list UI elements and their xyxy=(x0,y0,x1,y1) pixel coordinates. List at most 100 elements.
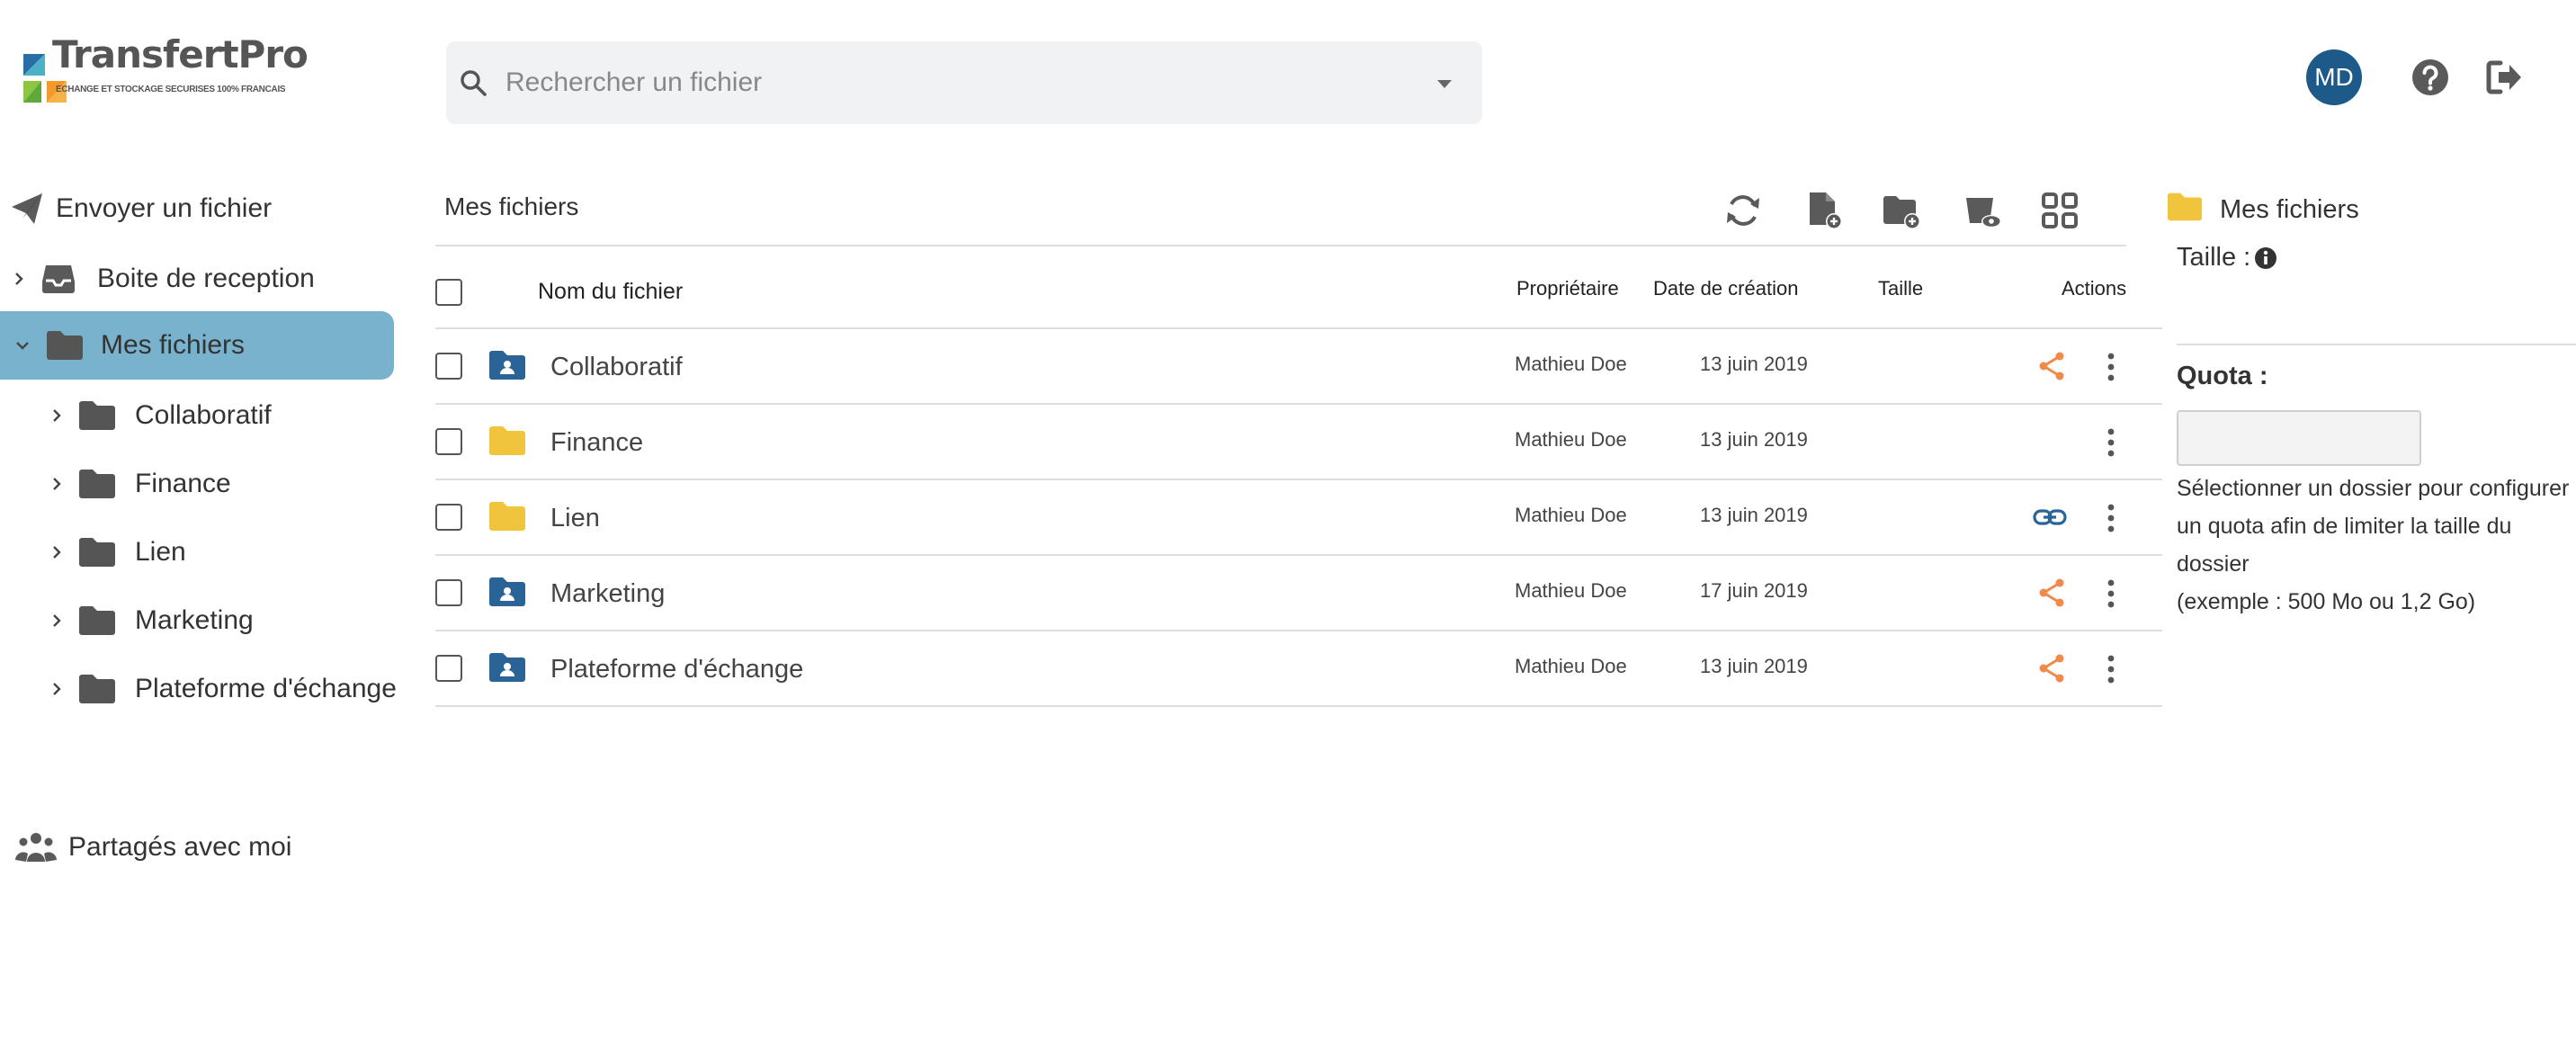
link-icon[interactable] xyxy=(2033,500,2067,534)
inbox-icon xyxy=(42,265,75,293)
panel-title: Mes fichiers xyxy=(2220,195,2359,224)
row-owner: Mathieu Doe xyxy=(1515,428,1627,451)
folder-icon xyxy=(79,470,115,498)
column-header-name[interactable]: Nom du fichier xyxy=(538,279,683,305)
logo-tagline: ECHANGE ET STOCKAGE SECURISES 100% FRANC… xyxy=(56,85,286,94)
info-icon[interactable] xyxy=(2254,246,2277,270)
sidebar-item-label: Lien xyxy=(135,537,186,567)
logo-title: TransfertPro xyxy=(52,32,309,76)
users-icon xyxy=(15,833,57,862)
quota-help-text: Sélectionner un dossier pour configurer … xyxy=(2177,470,2576,621)
quota-example: (exemple : 500 Mo ou 1,2 Go) xyxy=(2177,589,2476,614)
sidebar-item-inbox[interactable]: Boite de reception xyxy=(0,245,394,313)
sidebar-item-collaboratif[interactable]: Collaboratif xyxy=(47,381,272,450)
shared-folder-icon xyxy=(489,577,525,606)
row-checkbox[interactable] xyxy=(435,428,462,455)
share-icon[interactable] xyxy=(2035,576,2069,610)
folder-icon xyxy=(79,606,115,635)
row-name[interactable]: Plateforme d'échange xyxy=(550,655,803,685)
row-divider xyxy=(435,479,2162,480)
breadcrumb[interactable]: Mes fichiers xyxy=(444,192,578,221)
shared-folder-icon xyxy=(489,653,525,682)
sidebar-item-finance[interactable]: Finance xyxy=(47,450,231,518)
chevron-right-icon[interactable] xyxy=(49,476,65,492)
sidebar-item-my-files[interactable]: Mes fichiers xyxy=(0,311,394,380)
toolbar-divider xyxy=(435,245,2126,246)
chevron-right-icon[interactable] xyxy=(49,544,65,560)
more-options-icon[interactable] xyxy=(2099,349,2123,385)
row-divider xyxy=(435,630,2162,631)
row-divider xyxy=(435,705,2162,707)
folder-icon xyxy=(47,331,83,360)
row-checkbox[interactable] xyxy=(435,579,462,606)
more-options-icon[interactable] xyxy=(2099,576,2123,612)
folder-icon xyxy=(2167,192,2203,221)
folder-icon xyxy=(79,401,115,430)
row-checkbox[interactable] xyxy=(435,655,462,682)
chevron-down-icon[interactable] xyxy=(1436,77,1453,90)
row-name[interactable]: Finance xyxy=(550,428,643,458)
new-file-icon[interactable] xyxy=(1804,191,1844,230)
column-header-owner[interactable]: Propriétaire xyxy=(1516,277,1619,300)
panel-divider xyxy=(2177,344,2576,345)
row-name[interactable]: Collaboratif xyxy=(550,353,683,382)
row-checkbox[interactable] xyxy=(435,353,462,380)
chevron-right-icon[interactable] xyxy=(49,613,65,629)
quota-help: Sélectionner un dossier pour configurer … xyxy=(2177,476,2570,577)
more-options-icon[interactable] xyxy=(2099,500,2123,536)
folder-icon xyxy=(79,675,115,703)
search-icon xyxy=(461,70,487,96)
sidebar-item-shared[interactable]: Partagés avec moi xyxy=(0,813,394,881)
quota-label: Quota : xyxy=(2177,362,2268,390)
sidebar-item-send[interactable]: Envoyer un fichier xyxy=(0,174,394,243)
row-date: 13 juin 2019 xyxy=(1700,428,1808,451)
chevron-right-icon[interactable] xyxy=(49,681,65,697)
row-name[interactable]: Marketing xyxy=(550,579,665,609)
refresh-icon[interactable] xyxy=(1723,191,1763,230)
row-date: 13 juin 2019 xyxy=(1700,655,1808,677)
table-header-divider xyxy=(435,327,2162,329)
row-checkbox[interactable] xyxy=(435,504,462,531)
sidebar-item-marketing[interactable]: Marketing xyxy=(47,586,254,655)
share-icon[interactable] xyxy=(2035,651,2069,685)
column-header-size[interactable]: Taille xyxy=(1878,277,1923,300)
sidebar-item-label: Plateforme d'échange xyxy=(135,674,397,703)
grid-view-icon[interactable] xyxy=(2040,191,2080,230)
paper-plane-icon xyxy=(12,193,42,224)
column-header-created[interactable]: Date de création xyxy=(1653,277,1798,300)
folder-icon xyxy=(79,538,115,567)
sidebar-item-label: Partagés avec moi xyxy=(68,832,292,862)
sidebar-item-label: Collaboratif xyxy=(135,400,272,430)
chevron-right-icon[interactable] xyxy=(11,271,27,287)
more-options-icon[interactable] xyxy=(2099,425,2123,461)
sidebar-item-lien[interactable]: Lien xyxy=(47,518,186,586)
quota-input[interactable] xyxy=(2177,410,2421,466)
sidebar-item-plateforme[interactable]: Plateforme d'échange xyxy=(47,655,397,723)
logout-icon[interactable] xyxy=(2484,58,2524,97)
row-owner: Mathieu Doe xyxy=(1515,504,1627,526)
shared-folder-icon xyxy=(489,351,525,380)
sidebar-item-label: Envoyer un fichier xyxy=(56,193,273,223)
new-folder-icon[interactable] xyxy=(1882,191,1921,230)
row-divider xyxy=(435,403,2162,405)
logo[interactable]: TransfertPro ECHANGE ET STOCKAGE SECURIS… xyxy=(20,32,309,106)
row-owner: Mathieu Doe xyxy=(1515,353,1627,375)
search-input[interactable] xyxy=(505,59,1405,106)
select-all-checkbox[interactable] xyxy=(435,279,462,306)
share-icon[interactable] xyxy=(2035,349,2069,383)
sidebar-item-label: Marketing xyxy=(135,605,254,635)
row-name[interactable]: Lien xyxy=(550,504,600,533)
sidebar-item-label: Boite de reception xyxy=(97,264,315,293)
avatar[interactable]: MD xyxy=(2306,49,2362,105)
folder-icon xyxy=(489,426,525,455)
row-divider xyxy=(435,554,2162,556)
folder-icon xyxy=(489,502,525,531)
chevron-down-icon[interactable] xyxy=(14,337,31,353)
more-options-icon[interactable] xyxy=(2099,651,2123,687)
chevron-right-icon[interactable] xyxy=(49,407,65,424)
row-date: 13 juin 2019 xyxy=(1700,353,1808,375)
preview-icon[interactable] xyxy=(1963,191,2002,230)
help-icon[interactable] xyxy=(2411,58,2450,97)
sidebar-item-label: Mes fichiers xyxy=(101,330,246,360)
row-owner: Mathieu Doe xyxy=(1515,655,1627,677)
